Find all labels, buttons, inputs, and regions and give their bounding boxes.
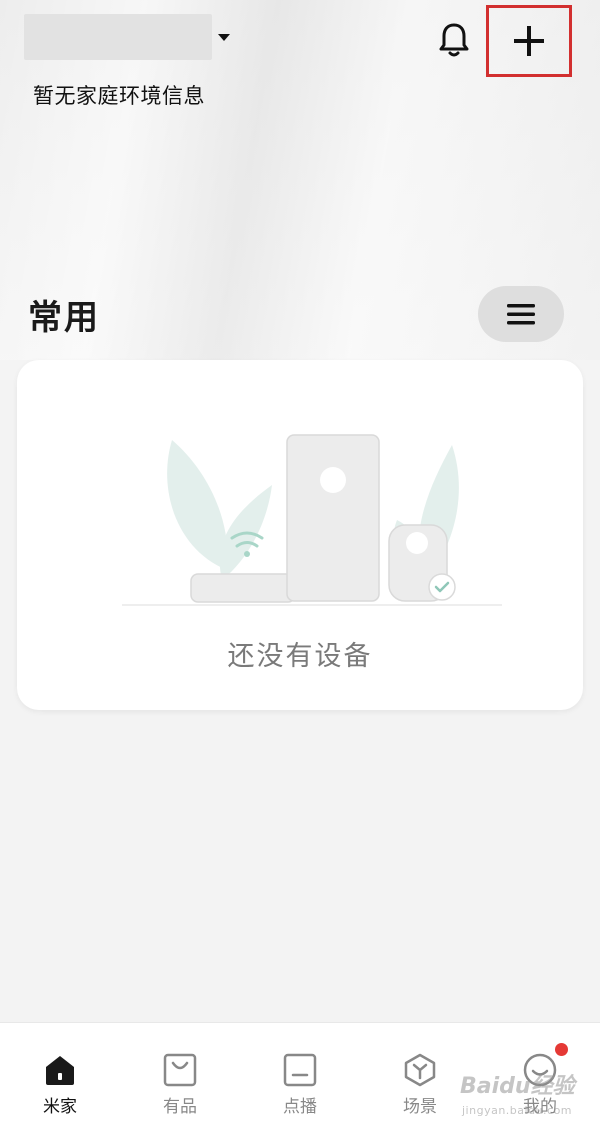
shopping-bag-icon: [163, 1053, 197, 1087]
nav-label: 米家: [43, 1097, 77, 1117]
nav-item-home[interactable]: 米家: [15, 1053, 105, 1123]
nav-item-scenes[interactable]: 场景: [375, 1053, 465, 1123]
section-title-favorites: 常用: [28, 298, 100, 338]
favorites-menu-button[interactable]: [478, 286, 564, 342]
home-environment-info: 暂无家庭环境信息: [33, 84, 205, 108]
bell-icon[interactable]: [437, 20, 471, 60]
menu-icon: [507, 304, 535, 325]
watermark: Baidu经验 jingyan.baidu.com: [458, 1068, 578, 1124]
home-name-selector[interactable]: [24, 14, 212, 60]
device-card: 还没有设备: [17, 360, 583, 710]
nav-item-youpin[interactable]: 有品: [135, 1053, 225, 1123]
caret-down-icon[interactable]: [218, 34, 230, 41]
watermark-url: jingyan.baidu.com: [462, 1104, 573, 1117]
plus-icon: [514, 26, 544, 56]
scene-icon: [404, 1053, 436, 1087]
nav-label: 场景: [403, 1097, 437, 1117]
add-device-button[interactable]: [486, 5, 572, 77]
home-icon: [46, 1056, 74, 1085]
empty-devices-illustration: [122, 434, 502, 606]
watermark-text: Baidu经验: [460, 1074, 575, 1099]
empty-devices-message: 还没有设备: [227, 641, 373, 672]
notification-dot: [555, 1043, 568, 1056]
nav-item-media[interactable]: 点播: [255, 1053, 345, 1123]
nav-label: 点播: [283, 1097, 317, 1117]
media-icon: [283, 1053, 317, 1087]
nav-label: 有品: [163, 1097, 197, 1117]
